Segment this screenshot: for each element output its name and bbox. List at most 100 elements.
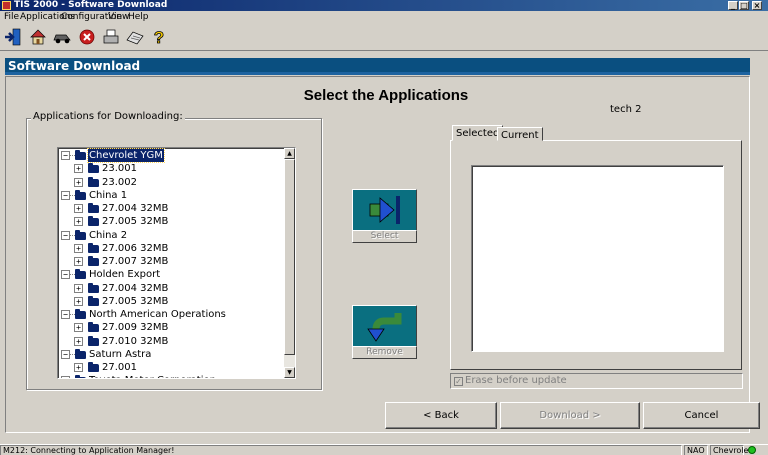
remove-label[interactable]: Remove [352,346,417,359]
tree-node-label[interactable]: 27.004 32MB [101,282,169,295]
tree-node-label[interactable]: Saturn Astra [88,348,152,361]
applications-tree[interactable]: − Chevrolet YGM +23.001 +23.002− China 1 +27.… [57,147,296,379]
tree-connector [70,234,75,236]
tree-version-node[interactable]: +27.005 32MB [58,215,284,228]
erase-checkbox[interactable]: ✓ [454,377,463,386]
expand-icon[interactable]: + [74,283,83,293]
tree-node-label[interactable]: 23.001 [101,162,138,175]
folder-icon [75,348,86,359]
tree-node-label[interactable]: 27.007 32MB [101,255,169,268]
tree-node-label[interactable]: Toyota Motor Corporation [88,374,217,378]
scroll-up-button[interactable]: ▲ [284,148,295,159]
tree-node-label[interactable]: 27.006 32MB [101,242,169,255]
tree-group-node[interactable]: − North American Operations [58,308,284,321]
expand-icon[interactable]: + [74,323,83,333]
expand-icon[interactable]: + [74,177,83,187]
remove-button[interactable] [352,305,417,347]
collapse-icon[interactable]: − [61,310,70,319]
stop-icon[interactable] [76,26,98,48]
expand-icon[interactable]: + [74,257,83,266]
expand-icon[interactable]: + [74,363,83,372]
folder-icon [88,322,99,333]
close-button[interactable]: × [752,1,762,10]
folder-icon [75,375,86,378]
tree-node-label[interactable]: Holden Export [88,268,161,281]
tree-version-node[interactable]: +27.007 32MB [58,255,284,268]
tree-node-label[interactable]: North American Operations [88,308,227,321]
tree-group-node[interactable]: − China 1 [58,189,284,202]
maximize-button[interactable]: □ [739,1,749,10]
back-label: < Back [423,410,459,421]
folder-icon [88,362,99,372]
expand-icon[interactable]: + [74,164,83,174]
folder-icon [88,242,99,253]
tree-version-node[interactable]: +23.001 [58,162,284,175]
expand-icon[interactable]: + [74,204,83,213]
home-icon[interactable] [27,26,49,48]
tree-version-node[interactable]: +27.009 32MB [58,321,284,334]
menu-view[interactable]: View [108,11,129,23]
minimize-button[interactable]: _ [728,1,738,10]
tree-group-node[interactable]: − Chevrolet YGM [58,148,284,163]
tree-version-node[interactable]: +27.005 32MB [58,295,284,308]
collapse-icon[interactable]: − [61,349,70,359]
vehicle-icon[interactable] [51,26,73,48]
tree-node-label[interactable]: 23.002 [101,176,138,189]
folder-icon [88,335,99,346]
arrow-curve-down-icon [366,313,401,342]
tree-connector [70,194,75,196]
download-button[interactable]: Download > [500,402,640,429]
folder-icon [75,229,86,240]
folder-icon [88,176,99,187]
tree-node-label[interactable]: China 2 [88,229,128,242]
collapse-icon[interactable]: − [61,270,70,280]
expand-icon[interactable]: + [74,243,83,253]
print-icon[interactable] [100,26,122,48]
tree-node-label[interactable]: Chevrolet YGM [87,148,165,163]
scroll-thumb[interactable] [284,159,295,355]
connection-indicator-icon [748,446,756,454]
menu-help[interactable]: Help [128,11,149,23]
cancel-button[interactable]: Cancel [643,402,760,429]
menu-file[interactable]: File [4,11,19,23]
tree-node-label[interactable]: 27.009 32MB [101,321,169,334]
tree-node-label[interactable]: 27.005 32MB [101,295,169,308]
collapse-icon[interactable]: − [61,151,70,160]
folder-icon [88,282,99,293]
back-button[interactable]: < Back [385,402,497,429]
exit-icon[interactable] [2,26,24,48]
tree-node-label[interactable]: China 1 [88,189,128,202]
tree-group-node[interactable]: − China 2 [58,229,284,242]
selected-applications-list[interactable] [471,165,724,352]
keyboard-icon[interactable] [124,26,146,48]
tech-label: tech 2 [610,104,642,115]
tree-node-label[interactable]: 27.001 [101,361,138,374]
tree-version-node[interactable]: +27.004 32MB [58,202,284,215]
tree-group-node[interactable]: − Saturn Astra [58,348,284,361]
tree-version-node[interactable]: +27.010 32MB [58,335,284,348]
collapse-icon[interactable]: − [61,376,70,378]
collapse-icon[interactable]: − [61,190,70,200]
collapse-icon[interactable]: − [61,230,70,240]
help-icon[interactable]: ? [148,26,170,48]
expand-icon[interactable]: + [74,336,83,346]
tab-selected[interactable]: Selected [452,125,504,141]
tree-scrollbar[interactable]: ▲ ▼ [284,148,295,378]
tree-version-node[interactable]: +27.004 32MB [58,282,284,295]
folder-icon [75,189,86,200]
expand-icon[interactable]: + [74,296,83,306]
tab-current[interactable]: Current [497,127,543,141]
scroll-down-button[interactable]: ▼ [284,367,295,378]
tree-group-node[interactable]: − Holden Export [58,268,284,281]
tree-node-label[interactable]: 27.005 32MB [101,215,169,228]
tree-node-label[interactable]: 27.004 32MB [101,202,169,215]
window-title: TIS 2000 - Software Download [14,0,168,10]
tree-version-node[interactable]: +27.006 32MB [58,242,284,255]
select-label[interactable]: Select [352,230,417,243]
tree-version-node[interactable]: +27.001 [58,361,284,374]
tree-group-node[interactable]: − Toyota Motor Corporation [58,374,284,378]
expand-icon[interactable]: + [74,217,83,227]
tree-version-node[interactable]: +23.002 [58,176,284,189]
select-button[interactable] [352,189,417,231]
tree-node-label[interactable]: 27.010 32MB [101,335,169,348]
